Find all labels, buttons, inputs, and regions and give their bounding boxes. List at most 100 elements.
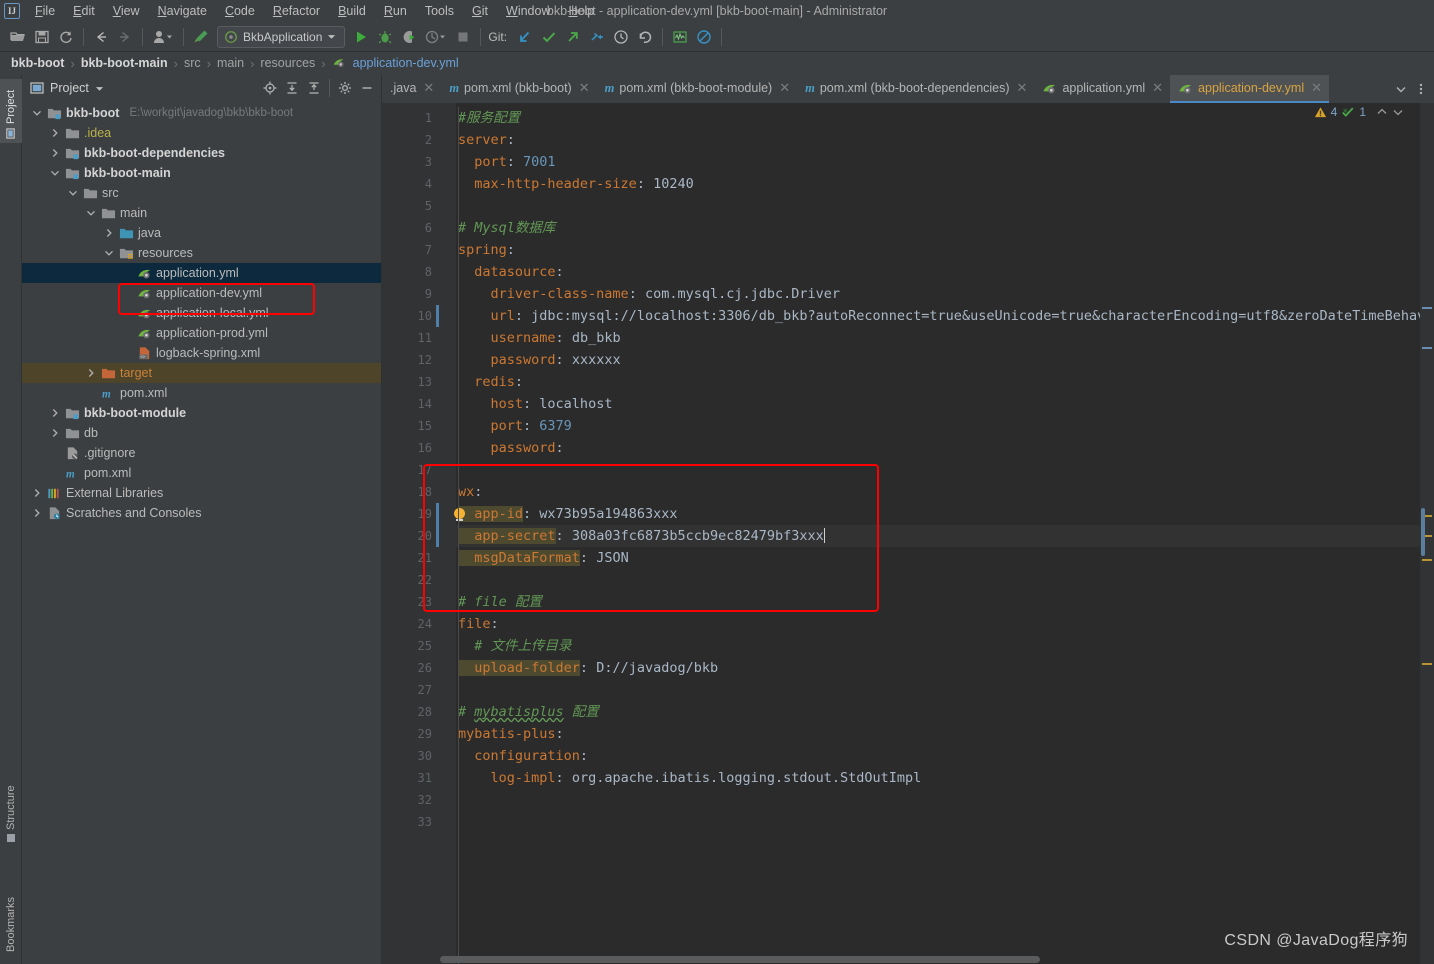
- tree-item-pom-xml[interactable]: m pom.xml: [22, 383, 381, 403]
- code-line[interactable]: configuration:: [440, 745, 1420, 767]
- activity-monitor-icon[interactable]: [668, 25, 692, 49]
- code-line[interactable]: log-impl: org.apache.ibatis.logging.stdo…: [440, 767, 1420, 789]
- menu-tools[interactable]: Tools: [416, 1, 463, 21]
- code-line[interactable]: [440, 569, 1420, 591]
- save-icon[interactable]: [30, 25, 54, 49]
- chevron-down-icon[interactable]: [1392, 78, 1410, 100]
- update-project-icon[interactable]: [513, 25, 537, 49]
- code-line[interactable]: [440, 195, 1420, 217]
- chevron-right-icon[interactable]: [102, 227, 115, 240]
- open-folder-icon[interactable]: [6, 25, 30, 49]
- close-icon[interactable]: ✕: [1152, 80, 1163, 96]
- chevron-right-icon[interactable]: [48, 407, 61, 420]
- code-line[interactable]: host: localhost: [440, 393, 1420, 415]
- editor-marker-bar[interactable]: [1420, 103, 1434, 964]
- code-line[interactable]: port: 7001: [440, 151, 1420, 173]
- hide-icon[interactable]: [357, 78, 377, 98]
- expand-all-icon[interactable]: [282, 78, 302, 98]
- chevron-right-icon[interactable]: [30, 507, 43, 520]
- rollback-icon[interactable]: [633, 25, 657, 49]
- menu-edit[interactable]: Edit: [64, 1, 104, 21]
- tree-item--idea[interactable]: .idea: [22, 123, 381, 143]
- tree-item-scratches-and-consoles[interactable]: Scratches and Consoles: [22, 503, 381, 523]
- editor-horizontal-scrollbar[interactable]: [440, 954, 1420, 964]
- chevron-right-icon[interactable]: [48, 427, 61, 440]
- hammer-icon[interactable]: [189, 25, 213, 49]
- close-icon[interactable]: ✕: [779, 80, 790, 96]
- no-entry-icon[interactable]: [692, 25, 716, 49]
- code-line[interactable]: [440, 811, 1420, 833]
- tree-item-resources[interactable]: resources: [22, 243, 381, 263]
- code-line[interactable]: driver-class-name: com.mysql.cj.jdbc.Dri…: [440, 283, 1420, 305]
- tree-item-application-prod-yml[interactable]: application-prod.yml: [22, 323, 381, 343]
- code-line[interactable]: # file 配置: [440, 591, 1420, 613]
- tree-item-external-libraries[interactable]: External Libraries: [22, 483, 381, 503]
- tree-item-application-yml[interactable]: application.yml: [22, 263, 381, 283]
- tree-item-java[interactable]: java: [22, 223, 381, 243]
- chevron-down-icon[interactable]: [30, 107, 43, 120]
- editor-tab-pom-xml-bkb-boot-module-[interactable]: m pom.xml (bkb-boot-module) ✕: [597, 75, 797, 103]
- breadcrumb-item-3[interactable]: main: [214, 56, 247, 70]
- menu-git[interactable]: Git: [463, 1, 497, 21]
- tree-item-main[interactable]: main: [22, 203, 381, 223]
- project-tree[interactable]: bkb-boot E:\workgit\javadog\bkb\bkb-boot.…: [22, 101, 381, 964]
- vcs-change-marker[interactable]: [436, 525, 439, 547]
- profiler-icon[interactable]: [421, 25, 451, 49]
- inspection-marker[interactable]: [1422, 307, 1432, 309]
- editor-tab-application-dev-yml[interactable]: application-dev.yml ✕: [1170, 75, 1330, 103]
- commit-icon[interactable]: [537, 25, 561, 49]
- tree-item-target[interactable]: target: [22, 363, 381, 383]
- chevron-down-icon[interactable]: [84, 207, 97, 220]
- code-line[interactable]: username: db_bkb: [440, 327, 1420, 349]
- code-line[interactable]: server:: [440, 129, 1420, 151]
- code-line[interactable]: spring:: [440, 239, 1420, 261]
- code-line[interactable]: redis:: [440, 371, 1420, 393]
- refresh-icon[interactable]: [54, 25, 78, 49]
- code-line[interactable]: # 文件上传目录: [440, 635, 1420, 657]
- tree-item-db[interactable]: db: [22, 423, 381, 443]
- tree-item-bkb-boot-dependencies[interactable]: bkb-boot-dependencies: [22, 143, 381, 163]
- locate-icon[interactable]: [260, 78, 280, 98]
- tree-item-application-dev-yml[interactable]: application-dev.yml: [22, 283, 381, 303]
- breadcrumb-item-2[interactable]: src: [181, 56, 204, 70]
- tree-item--gitignore[interactable]: .gitignore: [22, 443, 381, 463]
- editor-tab--java[interactable]: .java ✕: [382, 75, 441, 103]
- menu-navigate[interactable]: Navigate: [149, 1, 216, 21]
- code-line[interactable]: file:: [440, 613, 1420, 635]
- code-line[interactable]: msgDataFormat: JSON: [440, 547, 1420, 569]
- menu-run[interactable]: Run: [375, 1, 416, 21]
- vcs-change-marker[interactable]: [436, 503, 439, 525]
- code-line[interactable]: password: xxxxxx: [440, 349, 1420, 371]
- back-arrow-icon[interactable]: [89, 25, 113, 49]
- editor-tab-bar[interactable]: .java ✕ m pom.xml (bkb-boot) ✕ m pom.xml (bkb-…: [382, 75, 1434, 103]
- more-vertical-icon[interactable]: [1412, 78, 1430, 100]
- close-icon[interactable]: ✕: [423, 80, 434, 96]
- code-line[interactable]: # mybatisplus 配置: [440, 701, 1420, 723]
- menu-view[interactable]: View: [104, 1, 149, 21]
- close-icon[interactable]: ✕: [579, 80, 590, 96]
- tree-item-bkb-boot[interactable]: bkb-boot E:\workgit\javadog\bkb\bkb-boot: [22, 103, 381, 123]
- debug-bug-icon[interactable]: [373, 25, 397, 49]
- close-icon[interactable]: ✕: [1311, 80, 1322, 96]
- breadcrumb-item-4[interactable]: resources: [257, 56, 318, 70]
- editor-scrollbar-thumb[interactable]: [1421, 508, 1425, 556]
- tool-window-project[interactable]: Project: [0, 79, 22, 143]
- push-icon[interactable]: [561, 25, 585, 49]
- tree-item-logback-spring-xml[interactable]: <> logback-spring.xml: [22, 343, 381, 363]
- menu-code[interactable]: Code: [216, 1, 264, 21]
- code-line[interactable]: #服务配置: [440, 107, 1420, 129]
- menu-file[interactable]: FFileile: [26, 1, 64, 21]
- chevron-right-icon[interactable]: [30, 487, 43, 500]
- chevron-down-icon[interactable]: [102, 247, 115, 260]
- editor-gutter[interactable]: 1 2⊟ 3 4⌐ 5 6 7⊟8⊟ 9 10 11 12⌐13⊟ 14 15 16⌐ 17 18⊟ 19 20 2…: [382, 103, 452, 964]
- run-coverage-icon[interactable]: [397, 25, 421, 49]
- rebase-icon[interactable]: [585, 25, 609, 49]
- code-line[interactable]: app-secret: 308a03fc6873b5ccb9ec82479bf3…: [440, 525, 1420, 547]
- tree-item-src[interactable]: src: [22, 183, 381, 203]
- code-line[interactable]: port: 6379: [440, 415, 1420, 437]
- forward-arrow-icon[interactable]: [113, 25, 137, 49]
- run-configuration-selector[interactable]: BkbApplication: [217, 25, 346, 48]
- breadcrumb-item-1[interactable]: bkb-boot-main: [78, 56, 171, 70]
- code-folding-rail[interactable]: [440, 103, 456, 964]
- run-icon[interactable]: [349, 25, 373, 49]
